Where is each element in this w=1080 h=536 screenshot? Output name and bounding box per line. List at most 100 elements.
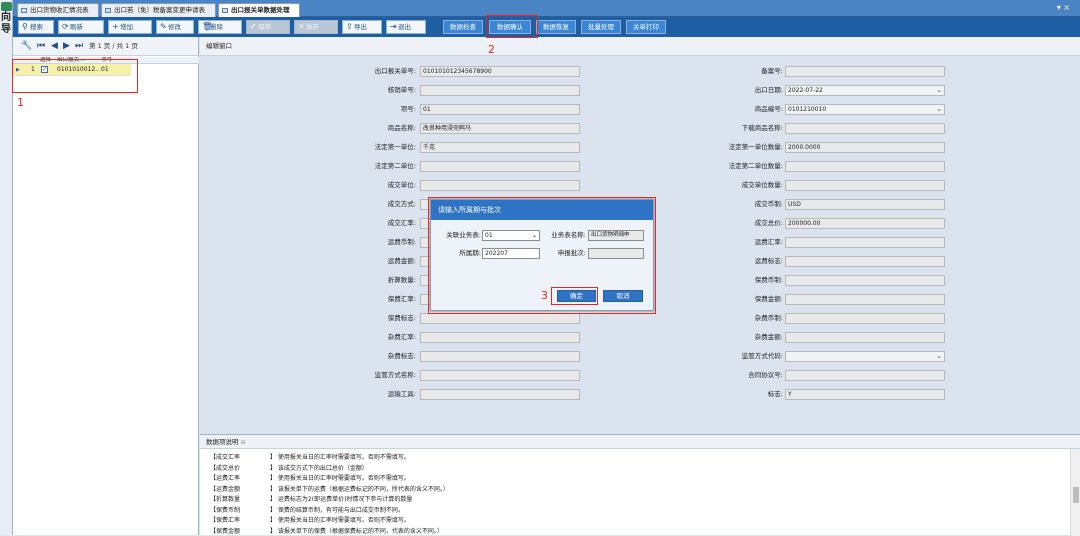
navigation-strip: 向 导 xyxy=(0,0,13,535)
wrench-icon[interactable]: 🔧 xyxy=(21,37,32,56)
form-input[interactable] xyxy=(420,332,580,343)
form-label: 项号: xyxy=(400,105,416,113)
pager: 🔧 ⏮ ◀ ▶ ⏭ 第 1 页 / 共 1 页 xyxy=(13,37,198,56)
row-checkbox[interactable]: ✓ xyxy=(41,66,48,73)
tab-menu-icon[interactable]: ▾ × xyxy=(1057,3,1070,12)
form-input[interactable] xyxy=(785,237,945,248)
biz-name-label: 业务表名称: xyxy=(551,231,586,239)
edit-button[interactable]: ✎ 修改 xyxy=(156,20,194,34)
form-select[interactable]: 0101210010 ⌄ xyxy=(785,104,945,115)
tab-declaration-processing[interactable]: 出口报关单数据处理 xyxy=(218,3,300,17)
form-label: 监管方式名称: xyxy=(374,371,416,379)
form-input[interactable]: Y xyxy=(785,389,945,400)
row-item-number: 01 xyxy=(101,66,109,73)
cancel-button[interactable]: ✕ 放弃 xyxy=(294,20,338,34)
form-input[interactable] xyxy=(420,85,580,96)
record-list-panel: 🔧 ⏮ ◀ ▶ ⏭ 第 1 页 / 共 1 页 选择 出口报关... 项号 ▶ … xyxy=(13,37,199,535)
grid-header: 选择 出口报关... 项号 xyxy=(13,57,199,64)
tab-tax-record-change[interactable]: 出口若（免）税备案变更申请表 xyxy=(101,3,216,17)
form-label: 法定第二单位: xyxy=(374,162,416,170)
form-input[interactable]: 千克 xyxy=(420,142,580,153)
form-label: 运费金额: xyxy=(387,257,416,265)
tab-export-receipt[interactable]: 出口货物收汇情况表 xyxy=(17,3,99,17)
exit-button[interactable]: ⇥ 退出 xyxy=(386,20,426,34)
next-page-icon[interactable]: ▶ xyxy=(63,37,70,56)
form-input[interactable]: 01 xyxy=(420,104,580,115)
form-input[interactable]: USD xyxy=(785,199,945,210)
data-confirm-button[interactable]: 数据确认 xyxy=(489,20,531,34)
check-icon: ✔ xyxy=(250,22,257,31)
dialog-cancel-button[interactable]: 取消 xyxy=(603,290,643,302)
biz-table-label: 关联业务表: xyxy=(446,231,481,239)
note-key: 【保费汇率 xyxy=(210,517,241,524)
period-label: 所属期: xyxy=(459,249,481,257)
grid-header-item: 项号 xyxy=(101,57,113,63)
form-input[interactable] xyxy=(420,180,580,191)
notes-scrollbar[interactable] xyxy=(1070,449,1080,536)
form-input[interactable]: 200000.00 xyxy=(785,218,945,229)
tab-bar: 出口货物收汇情况表 出口若（免）税备案变更申请表 出口报关单数据处理 ▾ × xyxy=(13,0,1080,17)
form-input[interactable] xyxy=(785,370,945,381)
form-label: 法定第一单位: xyxy=(374,143,416,151)
form-label: 成交单位: xyxy=(387,181,416,189)
collapse-icon[interactable]: ⊖ xyxy=(241,439,246,446)
form-input[interactable] xyxy=(785,123,945,134)
form-input[interactable] xyxy=(785,313,945,324)
confirm-button[interactable]: 确定 xyxy=(557,290,596,302)
form-input[interactable] xyxy=(785,275,945,286)
table-row[interactable]: ▶ 1 ✓ 0101010012... 01 xyxy=(13,64,131,76)
form-input[interactable] xyxy=(785,256,945,267)
form-label: 商品名称: xyxy=(387,124,416,132)
form-input[interactable] xyxy=(420,370,580,381)
grid-header-declaration: 出口报关... xyxy=(57,57,85,63)
chevron-down-icon: ⌄ xyxy=(531,232,537,239)
last-page-icon[interactable]: ⏭ xyxy=(75,37,83,56)
note-line: 【运费汇率 】 使用报关当日的汇率时需要填写。否则不需填写。 xyxy=(210,475,410,483)
form-input[interactable] xyxy=(785,180,945,191)
form-label: 保费币制: xyxy=(754,276,783,284)
note-text: 】 该报关单下的运费（根据运费标记的不同，所代表的含义不同。） xyxy=(270,485,449,493)
form-input[interactable] xyxy=(420,351,580,362)
form-select[interactable]: 2022-07-22 ⌄ xyxy=(785,85,945,96)
form-input[interactable] xyxy=(420,161,580,172)
data-restore-button[interactable]: 数据恢复 xyxy=(536,20,576,34)
form-input[interactable] xyxy=(420,313,580,324)
form-label: 保费金额: xyxy=(754,295,783,303)
refresh-icon: ⟳ xyxy=(62,22,69,31)
biz-name-field: 出口货物明细申 xyxy=(588,230,644,241)
form-input[interactable] xyxy=(785,332,945,343)
close-icon: ✕ xyxy=(298,22,305,31)
period-input[interactable]: 202207 xyxy=(482,248,540,259)
biz-table-select[interactable]: 01 ⌄ xyxy=(482,230,540,241)
form-select[interactable]: ⌄ xyxy=(785,351,945,362)
refresh-button[interactable]: ⟳ 刷新 xyxy=(58,20,104,34)
form-value: USD xyxy=(788,201,801,208)
save-button[interactable]: ✔ 保存 xyxy=(246,20,290,34)
nav-label[interactable]: 导 xyxy=(0,24,12,36)
form-input[interactable] xyxy=(785,294,945,305)
first-page-icon[interactable]: ⏮ xyxy=(37,37,45,56)
page-indicator: 第 1 页 / 共 1 页 xyxy=(89,42,138,50)
form-input[interactable]: 2000.0000 xyxy=(785,142,945,153)
note-line: 【运费金额 】 该报关单下的运费（根据运费标记的不同，所代表的含义不同。） xyxy=(210,486,449,494)
grid-header-select: 选择 xyxy=(40,57,52,63)
note-line: 【保费金额 】 该报关单下的保费（根据保费标记的不同，代表的含义不同。） xyxy=(210,528,443,536)
form-input[interactable] xyxy=(785,161,945,172)
scrollbar-thumb[interactable] xyxy=(1073,487,1079,503)
form-input[interactable]: 改良种用浸壳鸭马 xyxy=(420,123,580,134)
export-button[interactable]: ⇪ 导出 xyxy=(342,20,382,34)
note-key: 【成交总价 xyxy=(210,464,241,472)
prev-page-icon[interactable]: ◀ xyxy=(51,37,58,56)
search-button[interactable]: ⚲ 搜索 xyxy=(18,20,54,34)
form-input[interactable] xyxy=(785,66,945,77)
print-declaration-button[interactable]: 关单打印 xyxy=(626,20,666,34)
delete-button[interactable]: 🗑 删除 xyxy=(198,20,242,34)
nav-label[interactable]: 向 xyxy=(0,12,12,24)
batch-process-button[interactable]: 批量处理 xyxy=(581,20,621,34)
form-label: 商品编号: xyxy=(754,105,783,113)
form-label: 折算数量: xyxy=(387,276,416,284)
add-button[interactable]: + 增加 xyxy=(108,20,152,34)
data-check-button[interactable]: 数据检查 xyxy=(443,20,483,34)
form-input[interactable]: 010101012345678900 xyxy=(420,66,580,77)
form-input[interactable] xyxy=(420,389,580,400)
